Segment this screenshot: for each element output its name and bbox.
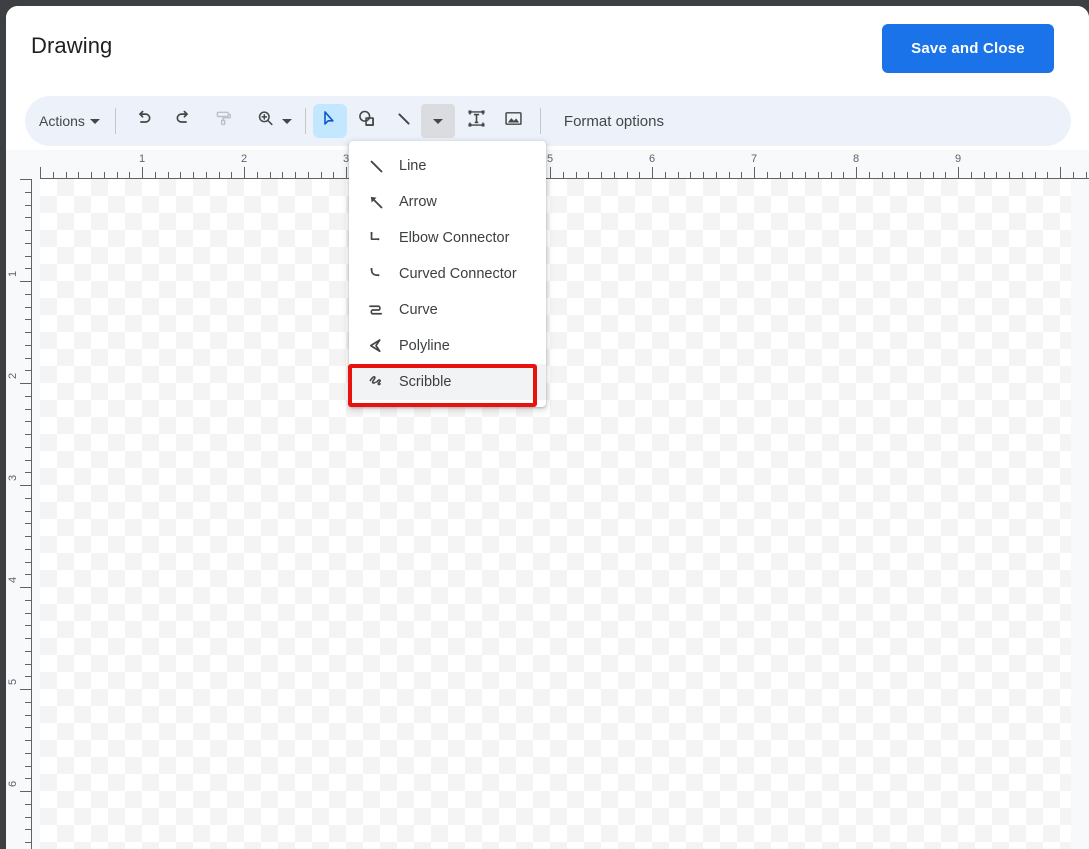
ruler-label: 1 bbox=[139, 153, 145, 165]
ruler-label: 6 bbox=[649, 153, 655, 165]
ruler-label: 6 bbox=[7, 781, 19, 787]
ruler-label: 8 bbox=[853, 153, 859, 165]
line-options-dropdown-button[interactable] bbox=[421, 104, 455, 138]
menu-item-label: Scribble bbox=[399, 374, 451, 390]
menu-item-arrow[interactable]: Arrow bbox=[349, 184, 546, 220]
ruler-tick bbox=[20, 791, 31, 792]
drawing-dialog: Drawing Save and Close Actions bbox=[6, 6, 1089, 849]
ruler-label: 5 bbox=[547, 153, 553, 165]
ruler-tick bbox=[1060, 167, 1061, 178]
vertical-ruler: 1 2 3 4 5 6 bbox=[6, 179, 32, 849]
ruler-label: 4 bbox=[7, 577, 19, 583]
ruler-label: 3 bbox=[7, 475, 19, 481]
toolbar-divider bbox=[115, 108, 116, 134]
text-box-icon bbox=[466, 108, 487, 134]
ruler-label: 7 bbox=[751, 153, 757, 165]
menu-item-scribble[interactable]: Scribble bbox=[349, 364, 546, 400]
elbow-connector-icon bbox=[365, 228, 387, 248]
ruler-tick bbox=[652, 167, 653, 178]
zoom-button[interactable] bbox=[251, 104, 297, 138]
ruler-tick bbox=[346, 167, 347, 178]
ruler-tick bbox=[244, 167, 245, 178]
scribble-icon bbox=[365, 372, 387, 392]
zoom-in-icon bbox=[256, 109, 275, 133]
shape-tool-button[interactable] bbox=[350, 104, 384, 138]
image-icon bbox=[503, 108, 524, 134]
toolbar-divider bbox=[540, 108, 541, 134]
ruler-tick bbox=[550, 167, 551, 178]
save-and-close-button[interactable]: Save and Close bbox=[882, 24, 1054, 73]
menu-item-label: Arrow bbox=[399, 194, 437, 210]
ruler-label: 1 bbox=[7, 271, 19, 277]
line-tool-button[interactable] bbox=[387, 104, 421, 138]
menu-item-line[interactable]: Line bbox=[349, 148, 546, 184]
ruler-label: 9 bbox=[955, 153, 961, 165]
select-tool-button[interactable] bbox=[313, 104, 347, 138]
redo-icon bbox=[173, 108, 194, 134]
ruler-tick bbox=[20, 179, 31, 180]
ruler-label: 2 bbox=[241, 153, 247, 165]
menu-item-label: Elbow Connector bbox=[399, 230, 509, 246]
ruler-tick bbox=[856, 167, 857, 178]
menu-item-label: Curved Connector bbox=[399, 266, 517, 282]
menu-item-label: Polyline bbox=[399, 338, 450, 354]
menu-item-curved-connector[interactable]: Curved Connector bbox=[349, 256, 546, 292]
line-diagonal-icon bbox=[365, 156, 387, 176]
menu-item-label: Line bbox=[399, 158, 426, 174]
dialog-header: Drawing Save and Close bbox=[6, 6, 1089, 94]
chevron-down-icon bbox=[433, 119, 443, 124]
paint-format-icon bbox=[214, 109, 234, 134]
ruler-tick bbox=[20, 383, 31, 384]
ruler-tick bbox=[754, 167, 755, 178]
drawing-toolbar: Actions bbox=[25, 96, 1071, 146]
ruler-tick bbox=[20, 689, 31, 690]
chevron-down-icon bbox=[90, 119, 100, 124]
line-options-menu: Line Arrow Elbow Connector Curved Connector… bbox=[349, 141, 546, 407]
menu-item-label: Curve bbox=[399, 302, 438, 318]
arrow-icon bbox=[365, 192, 387, 212]
line-icon bbox=[394, 109, 414, 134]
page-title: Drawing bbox=[31, 33, 112, 59]
image-tool-button[interactable] bbox=[497, 104, 531, 138]
curved-connector-icon bbox=[365, 264, 387, 284]
ruler-label: 2 bbox=[7, 373, 19, 379]
ruler-tick bbox=[20, 281, 31, 282]
ruler-tick bbox=[958, 167, 959, 178]
horizontal-ruler: 123456789 bbox=[32, 150, 1089, 179]
undo-icon bbox=[133, 108, 154, 134]
polyline-icon bbox=[365, 336, 387, 356]
ruler-label: 5 bbox=[7, 679, 19, 685]
redo-button[interactable] bbox=[167, 104, 201, 138]
format-options-button[interactable]: Format options bbox=[564, 113, 664, 130]
cursor-arrow-icon bbox=[320, 109, 340, 134]
toolbar-divider bbox=[305, 108, 306, 134]
ruler-tick bbox=[20, 587, 31, 588]
shape-icon bbox=[356, 108, 377, 134]
undo-button[interactable] bbox=[127, 104, 161, 138]
canvas-scroll-area[interactable] bbox=[32, 179, 1089, 849]
paint-format-button[interactable] bbox=[207, 104, 241, 138]
menu-item-curve[interactable]: Curve bbox=[349, 292, 546, 328]
ruler-tick bbox=[40, 167, 41, 178]
text-box-tool-button[interactable] bbox=[460, 104, 494, 138]
actions-menu-button[interactable]: Actions bbox=[29, 104, 108, 138]
curve-icon bbox=[365, 300, 387, 320]
chevron-down-icon bbox=[282, 119, 292, 124]
ruler-corner bbox=[6, 150, 32, 179]
menu-item-elbow-connector[interactable]: Elbow Connector bbox=[349, 220, 546, 256]
drawing-canvas[interactable] bbox=[40, 179, 1071, 849]
ruler-tick bbox=[20, 485, 31, 486]
actions-menu-label: Actions bbox=[39, 113, 85, 129]
ruler-tick bbox=[142, 167, 143, 178]
menu-item-polyline[interactable]: Polyline bbox=[349, 328, 546, 364]
